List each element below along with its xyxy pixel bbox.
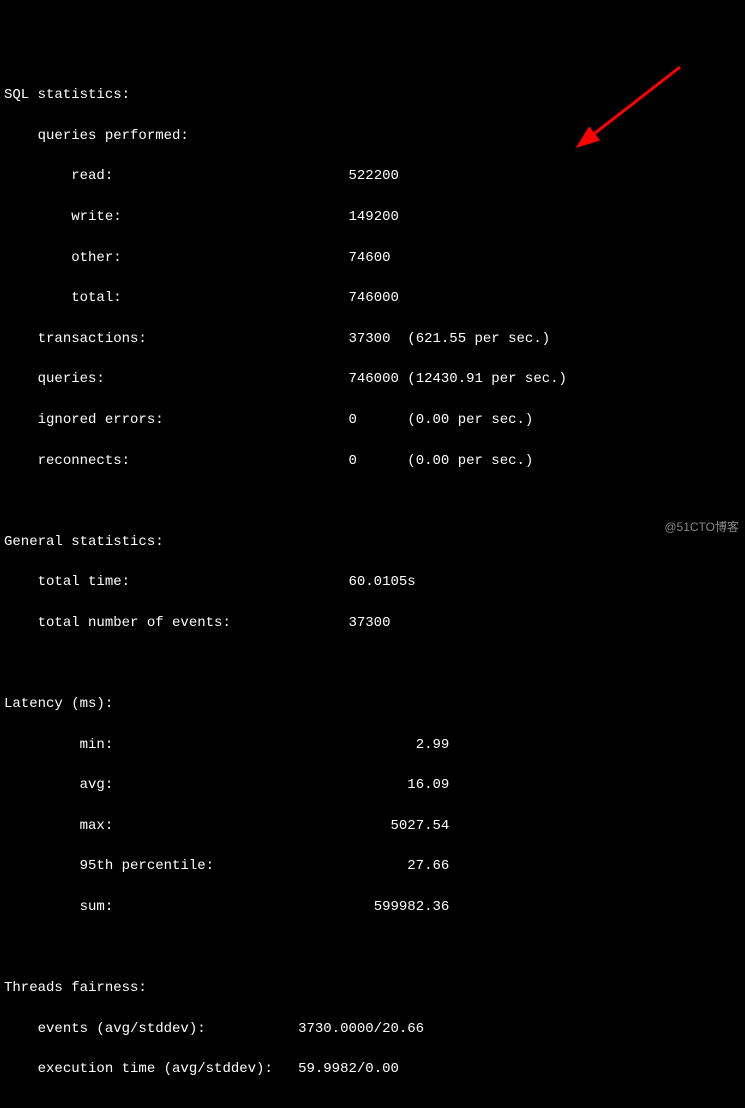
- other-value: 74600: [348, 250, 390, 266]
- p95-row: 95th percentile: 27.66: [4, 856, 745, 876]
- queries-label: queries:: [38, 371, 105, 387]
- total-row: total: 746000: [4, 288, 745, 308]
- read-value: 522200: [348, 168, 398, 184]
- p95-label: 95th percentile:: [80, 858, 214, 874]
- events-row: events (avg/stddev): 3730.0000/20.66: [4, 1019, 745, 1039]
- avg-label: avg:: [80, 777, 114, 793]
- sum-label: sum:: [80, 899, 114, 915]
- max-label: max:: [80, 818, 114, 834]
- total-time-label: total time:: [38, 574, 130, 590]
- reconnects-value: 0: [348, 453, 356, 469]
- transactions-value: 37300: [348, 331, 390, 347]
- label: queries performed:: [38, 128, 189, 144]
- p95-value: 27.66: [407, 858, 449, 874]
- sum-row: sum: 599982.36: [4, 897, 745, 917]
- avg-value: 16.09: [407, 777, 449, 793]
- exec-label: execution time (avg/stddev):: [38, 1061, 273, 1077]
- queries-row: queries: 746000 (12430.91 per sec.): [4, 369, 745, 389]
- write-row: write: 149200: [4, 207, 745, 227]
- general-stats-title: General statistics:: [4, 532, 745, 552]
- ignored-errors-row: ignored errors: 0 (0.00 per sec.): [4, 410, 745, 430]
- queries-value: 746000: [348, 371, 398, 387]
- reconnects-label: reconnects:: [38, 453, 130, 469]
- exec-value: 59.9982/0.00: [298, 1061, 399, 1077]
- min-label: min:: [80, 737, 114, 753]
- read-label: read:: [71, 168, 113, 184]
- total-label: total:: [71, 290, 121, 306]
- queries-performed-label: queries performed:: [4, 126, 745, 146]
- blank-3: [4, 938, 745, 958]
- sql-stats-title: SQL statistics:: [4, 85, 745, 105]
- min-row: min: 2.99: [4, 735, 745, 755]
- total-events-label: total number of events:: [38, 615, 231, 631]
- max-row: max: 5027.54: [4, 816, 745, 836]
- ignored-errors-label: ignored errors:: [38, 412, 164, 428]
- write-label: write:: [71, 209, 121, 225]
- threads-title: Threads fairness:: [4, 978, 745, 998]
- events-value: 3730.0000/20.66: [298, 1021, 424, 1037]
- read-row: read: 522200: [4, 166, 745, 186]
- transactions-rate: (621.55 per sec.): [407, 331, 550, 347]
- total-events-row: total number of events: 37300: [4, 613, 745, 633]
- ignored-errors-rate: (0.00 per sec.): [407, 412, 533, 428]
- blank-2: [4, 654, 745, 674]
- other-label: other:: [71, 250, 121, 266]
- latency-title: Latency (ms):: [4, 694, 745, 714]
- total-events-value: 37300: [348, 615, 390, 631]
- min-value: 2.99: [416, 737, 450, 753]
- transactions-row: transactions: 37300 (621.55 per sec.): [4, 329, 745, 349]
- blank-1: [4, 491, 745, 511]
- other-row: other: 74600: [4, 248, 745, 268]
- events-label: events (avg/stddev):: [38, 1021, 206, 1037]
- avg-row: avg: 16.09: [4, 775, 745, 795]
- write-value: 149200: [348, 209, 398, 225]
- max-value: 5027.54: [390, 818, 449, 834]
- total-value: 746000: [348, 290, 398, 306]
- total-time-value: 60.0105s: [348, 574, 415, 590]
- ignored-errors-value: 0: [348, 412, 356, 428]
- watermark-text: @51CTO博客: [664, 519, 739, 536]
- transactions-label: transactions:: [38, 331, 147, 347]
- sum-value: 599982.36: [374, 899, 450, 915]
- reconnects-rate: (0.00 per sec.): [407, 453, 533, 469]
- exec-row: execution time (avg/stddev): 59.9982/0.0…: [4, 1059, 745, 1079]
- total-time-row: total time: 60.0105s: [4, 572, 745, 592]
- queries-rate: (12430.91 per sec.): [407, 371, 567, 387]
- reconnects-row: reconnects: 0 (0.00 per sec.): [4, 451, 745, 471]
